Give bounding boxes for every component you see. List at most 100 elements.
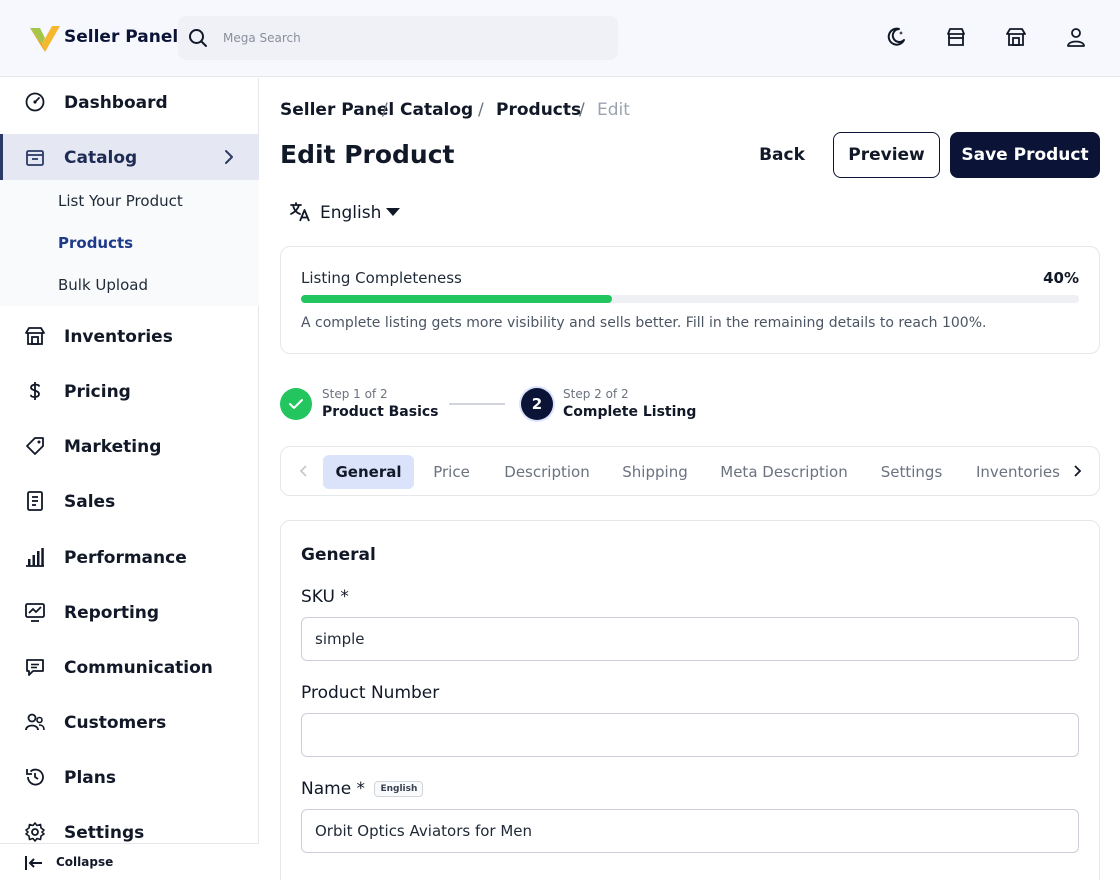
sidebar-item-label: Settings (64, 823, 145, 843)
completeness-percent: 40% (1043, 269, 1079, 287)
user-icon[interactable] (1065, 26, 1087, 48)
submenu-bulk-upload[interactable]: Bulk Upload (58, 276, 148, 294)
name-input[interactable]: Orbit Optics Aviators for Men (301, 809, 1079, 853)
completeness-label: Listing Completeness (301, 269, 462, 287)
sidebar-item-label: Customers (64, 713, 167, 733)
warehouse-icon (25, 327, 45, 345)
tab-settings[interactable]: Settings (869, 455, 954, 489)
tab-description[interactable]: Description (491, 455, 603, 489)
mega-search[interactable]: Mega Search (178, 16, 618, 60)
general-form-card: General SKU * simple Product Number Name… (280, 520, 1100, 880)
sidebar-item-label: Communication (64, 658, 213, 678)
step-1-caption: Step 1 of 2 (322, 387, 388, 401)
submenu-list-your-product[interactable]: List Your Product (58, 192, 183, 210)
sidebar-item-label: Sales (64, 492, 116, 512)
step-2-current[interactable]: 2 (521, 388, 553, 420)
brand-name[interactable]: Seller Panel (64, 27, 178, 47)
save-product-button[interactable]: Save Product (950, 132, 1100, 178)
breadcrumb-separator: / (478, 100, 484, 120)
sidebar-item-label: Inventories (64, 327, 173, 347)
brand-logo[interactable] (28, 22, 60, 54)
sidebar-item-label: Pricing (64, 382, 131, 402)
sidebar-item-catalog[interactable]: Catalog (0, 134, 259, 180)
sidebar-item-sales[interactable]: Sales (0, 478, 259, 524)
tab-meta-description[interactable]: Meta Description (709, 455, 859, 489)
chevron-left-icon[interactable] (298, 464, 310, 478)
sidebar: Dashboard Catalog List Your Product Prod… (0, 78, 259, 880)
translate-icon (290, 202, 310, 222)
listing-completeness-card: Listing Completeness 40% A complete list… (280, 246, 1100, 354)
top-header: Seller Panel Mega Search (0, 0, 1120, 77)
check-icon (289, 399, 303, 409)
collapse-icon (25, 856, 42, 870)
completeness-note: A complete listing gets more visibility … (301, 315, 987, 331)
section-title: General (301, 545, 376, 565)
chevron-right-icon (225, 150, 233, 164)
section-tabs: General Price Description Shipping Meta … (280, 446, 1100, 496)
name-label-text: Name * (301, 779, 366, 799)
sidebar-item-dashboard[interactable]: Dashboard (0, 79, 259, 125)
sidebar-item-label: Marketing (64, 437, 162, 457)
sidebar-item-label: Reporting (64, 603, 160, 623)
breadcrumb-separator: / (382, 100, 388, 120)
bar-chart-icon (26, 548, 44, 567)
sidebar-item-communication[interactable]: Communication (0, 644, 259, 690)
collapse-button[interactable]: Collapse (0, 843, 259, 880)
tab-shipping[interactable]: Shipping (611, 455, 699, 489)
store-icon[interactable] (945, 26, 967, 48)
receipt-icon (27, 491, 43, 511)
sku-input[interactable]: simple (301, 617, 1079, 661)
catalog-submenu: List Your Product Products Bulk Upload (0, 180, 259, 306)
dollar-icon (30, 382, 40, 400)
sidebar-item-performance[interactable]: Performance (0, 534, 259, 580)
product-number-label: Product Number (301, 683, 440, 703)
search-icon (189, 29, 207, 47)
submenu-products[interactable]: Products (58, 234, 133, 252)
sidebar-item-customers[interactable]: Customers (0, 699, 259, 745)
step-2-title: Complete Listing (563, 404, 697, 420)
caret-down-icon (386, 208, 400, 216)
name-label: Name * English (301, 779, 424, 799)
tag-icon (26, 437, 44, 455)
completeness-progress-fill (301, 295, 613, 303)
sidebar-item-label: Performance (64, 548, 187, 568)
collapse-label: Collapse (56, 855, 114, 869)
dashboard-icon (25, 92, 45, 112)
tab-price[interactable]: Price (418, 455, 485, 489)
sidebar-item-label: Dashboard (64, 93, 168, 113)
breadcrumb-current: Edit (597, 100, 630, 120)
page-title: Edit Product (280, 140, 455, 169)
shop-icon[interactable] (1005, 26, 1027, 48)
search-input[interactable]: Mega Search (223, 31, 301, 45)
moon-icon[interactable] (885, 26, 907, 48)
preview-button[interactable]: Preview (833, 132, 940, 178)
sku-label: SKU * (301, 587, 349, 607)
language-label: English (320, 203, 382, 223)
product-number-input[interactable] (301, 713, 1079, 757)
breadcrumb-seller-panel[interactable]: Seller Panel (280, 100, 394, 120)
report-icon (25, 603, 45, 622)
tab-general[interactable]: General (323, 455, 414, 489)
language-badge: English (374, 781, 424, 797)
breadcrumb-separator: / (579, 100, 585, 120)
breadcrumb-products[interactable]: Products (496, 100, 581, 120)
message-icon (26, 659, 44, 676)
completeness-progress-track (301, 295, 1079, 303)
sidebar-item-plans[interactable]: Plans (0, 754, 259, 800)
sidebar-item-label: Plans (64, 768, 116, 788)
step-1-title: Product Basics (322, 404, 439, 420)
sidebar-item-inventories[interactable]: Inventories (0, 313, 259, 359)
sidebar-item-marketing[interactable]: Marketing (0, 423, 259, 469)
tab-inventories[interactable]: Inventories (965, 455, 1071, 489)
sidebar-item-reporting[interactable]: Reporting (0, 589, 259, 635)
gear-icon (25, 822, 45, 842)
sidebar-item-label: Catalog (64, 148, 138, 168)
step-2-caption: Step 2 of 2 (563, 387, 629, 401)
chevron-right-icon[interactable] (1071, 464, 1083, 478)
customers-icon (25, 713, 45, 731)
step-1-complete[interactable] (280, 388, 312, 420)
sidebar-item-pricing[interactable]: Pricing (0, 368, 259, 414)
back-button[interactable]: Back (740, 132, 824, 178)
step-connector (449, 403, 505, 405)
breadcrumb-catalog[interactable]: Catalog (400, 100, 473, 120)
